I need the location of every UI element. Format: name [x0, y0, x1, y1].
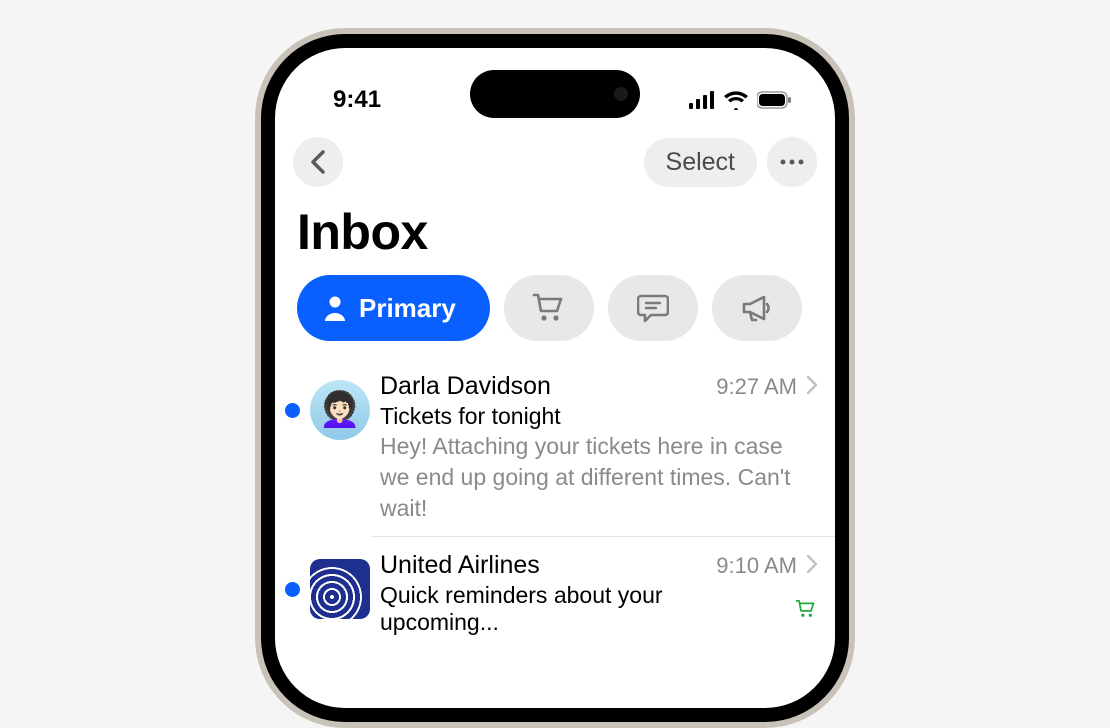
email-time: 9:27 AM: [716, 374, 797, 400]
subject-text: Quick reminders about your upcoming...: [380, 582, 787, 636]
ellipsis-icon: [780, 159, 804, 165]
email-row[interactable]: United Airlines 9:10 AM Quick reminders …: [371, 536, 835, 648]
chevron-left-icon: [310, 150, 326, 174]
more-button[interactable]: [767, 137, 817, 187]
person-icon: [323, 295, 347, 321]
select-button[interactable]: Select: [644, 138, 757, 187]
email-time: 9:10 AM: [716, 553, 797, 579]
category-tabs: Primary: [275, 275, 835, 357]
chevron-right-icon: [805, 555, 817, 573]
battery-icon: [757, 91, 793, 109]
chevron-right-icon: [805, 376, 817, 394]
sender-name: United Airlines: [380, 551, 708, 580]
tab-primary-label: Primary: [359, 293, 456, 324]
email-subject: Tickets for tonight: [380, 403, 817, 430]
united-logo-icon: [310, 567, 362, 619]
chat-icon: [637, 293, 669, 323]
tab-updates[interactable]: [608, 275, 698, 341]
tab-primary[interactable]: Primary: [297, 275, 490, 341]
back-button[interactable]: [293, 137, 343, 187]
tab-promotions[interactable]: [712, 275, 802, 341]
status-time: 9:41: [333, 86, 381, 114]
email-list: 👩🏻‍🦱 Darla Davidson 9:27 AM Tickets for …: [275, 357, 835, 648]
status-right: [689, 90, 793, 110]
unread-dot: [285, 403, 300, 418]
phone-frame: 9:41 Select: [255, 28, 855, 728]
cart-icon: [532, 292, 566, 324]
megaphone-icon: [741, 293, 773, 323]
camera-dot: [614, 87, 628, 101]
sender-name: Darla Davidson: [380, 372, 708, 401]
page-title: Inbox: [275, 193, 835, 275]
email-subject: Quick reminders about your upcoming...: [380, 582, 817, 636]
email-preview: Hey! Attaching your tickets here in case…: [380, 431, 817, 524]
unread-dot: [285, 582, 300, 597]
avatar: [310, 559, 370, 619]
avatar: 👩🏻‍🦱: [310, 380, 370, 440]
email-row[interactable]: 👩🏻‍🦱 Darla Davidson 9:27 AM Tickets for …: [275, 357, 835, 536]
cellular-icon: [689, 91, 715, 109]
shopping-tag-icon: [795, 599, 817, 619]
screen: 9:41 Select: [275, 48, 835, 708]
nav-bar: Select: [275, 123, 835, 193]
dynamic-island: [470, 70, 640, 118]
phone-bezel: 9:41 Select: [261, 34, 849, 722]
wifi-icon: [723, 90, 749, 110]
tab-transactions[interactable]: [504, 275, 594, 341]
